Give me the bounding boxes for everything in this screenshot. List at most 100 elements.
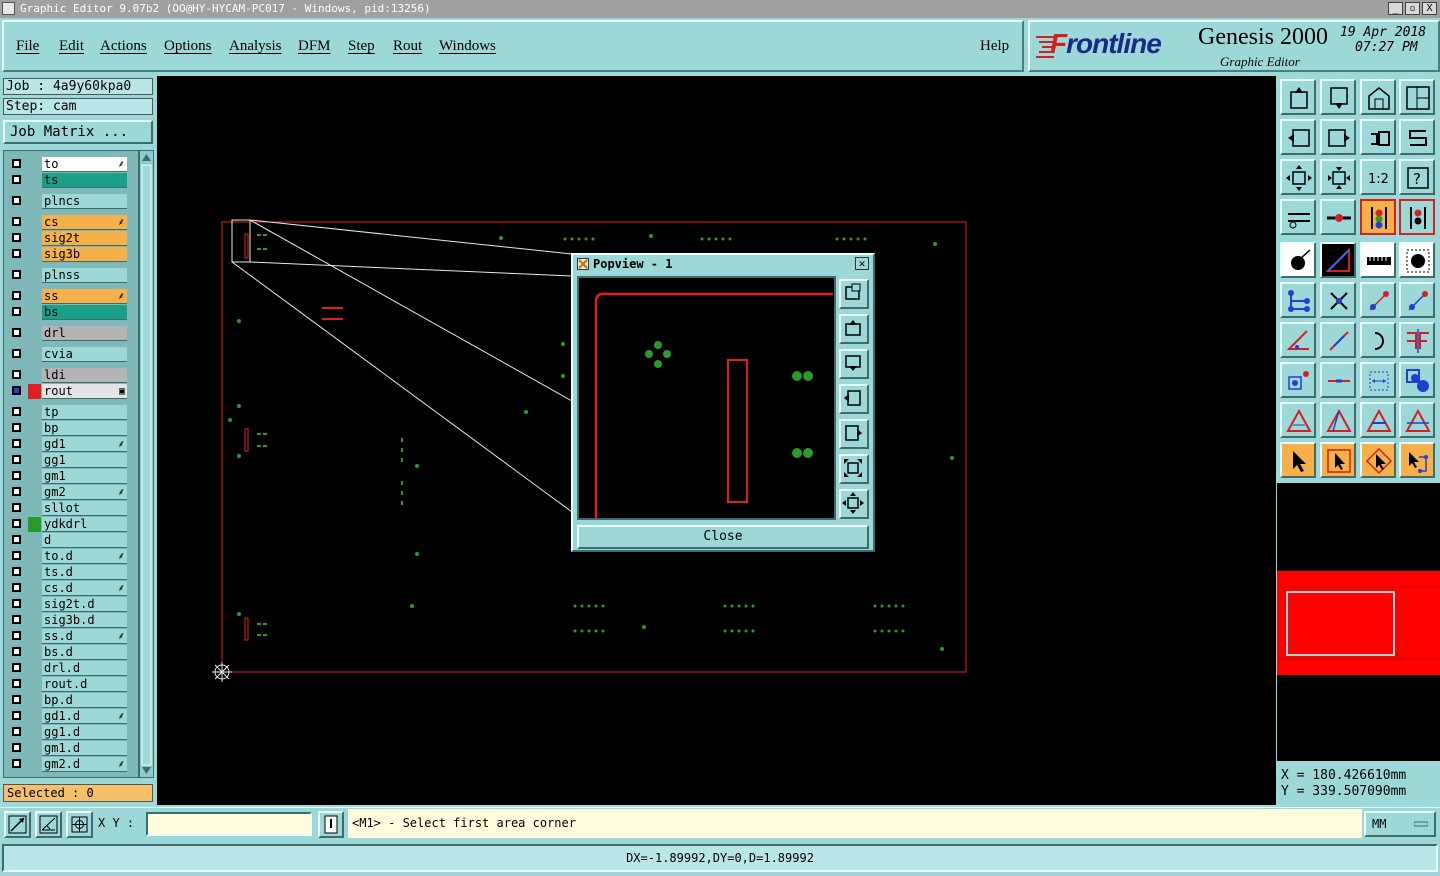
layer-checkbox[interactable] — [12, 759, 21, 768]
layer-name[interactable]: gm1 — [42, 469, 127, 484]
layer-name[interactable]: ss.d — [42, 629, 127, 644]
layer-color-swatch[interactable] — [28, 517, 41, 532]
layer-row-plnss[interactable]: plnss — [8, 268, 128, 283]
layer-checkbox[interactable] — [12, 551, 21, 560]
menu-file[interactable]: File — [16, 38, 39, 55]
layer-checkbox[interactable] — [12, 711, 21, 720]
snap-pad-icon[interactable] — [1320, 199, 1356, 235]
layer-colors-icon[interactable] — [1360, 199, 1396, 235]
layer-color-swatch[interactable] — [28, 469, 41, 484]
layer-color-swatch[interactable] — [28, 405, 41, 420]
layer-color-swatch[interactable] — [28, 533, 41, 548]
layer-row-drl[interactable]: drl — [8, 326, 128, 341]
layer-name[interactable]: ss — [42, 289, 127, 304]
pad-select-icon[interactable] — [1399, 242, 1435, 278]
overview-map[interactable] — [1277, 483, 1440, 761]
layer-checkbox[interactable] — [12, 291, 21, 300]
layer-color-swatch[interactable] — [28, 157, 41, 172]
layer-color-swatch[interactable] — [28, 645, 41, 660]
redraw-icon[interactable] — [1399, 119, 1435, 155]
layer-checkbox[interactable] — [12, 663, 21, 672]
layer-row-cs[interactable]: cs ⸙ — [8, 215, 128, 230]
layer-color-swatch[interactable] — [28, 268, 41, 283]
layer-name[interactable]: drl — [42, 326, 127, 341]
layer-color-swatch[interactable] — [28, 305, 41, 320]
layer-checkbox[interactable] — [12, 583, 21, 592]
zoom-home-button[interactable] — [839, 279, 869, 309]
rout-chain-icon[interactable] — [1280, 402, 1316, 438]
layer-scrollbar[interactable] — [139, 150, 154, 778]
layer-color-swatch[interactable] — [28, 597, 41, 612]
pan-left-icon[interactable] — [1280, 119, 1316, 155]
popview-canvas[interactable] — [577, 276, 836, 520]
layer-row-sig2t.d[interactable]: sig2t.d — [8, 597, 128, 612]
layer-row-ts[interactable]: ts — [8, 173, 128, 188]
layer-name[interactable]: gm2.d — [42, 757, 127, 772]
layer-checkbox[interactable] — [12, 196, 21, 205]
layer-color-swatch[interactable] — [28, 421, 41, 436]
menu-analysis[interactable]: Analysis — [229, 38, 282, 55]
home-view-icon[interactable] — [1360, 79, 1396, 115]
angle-snap-icon[interactable] — [35, 811, 62, 838]
layer-row-gd1[interactable]: gd1 ⸙ — [8, 437, 128, 452]
layer-checkbox[interactable] — [12, 647, 21, 656]
rout-outline-icon[interactable] — [1360, 402, 1396, 438]
layer-name[interactable]: sig3b.d — [42, 613, 127, 628]
layer-checkbox[interactable] — [12, 567, 21, 576]
layer-name[interactable]: bs — [42, 305, 127, 320]
copy-pad-icon[interactable] — [1280, 362, 1316, 398]
layer-row-gd1.d[interactable]: gd1.d ⸙ — [8, 709, 128, 724]
layer-row-to.d[interactable]: to.d ⸙ — [8, 549, 128, 564]
info-icon[interactable] — [318, 811, 344, 838]
layer-color-swatch[interactable] — [28, 437, 41, 452]
select-box-icon[interactable] — [1320, 442, 1356, 478]
layer-checkbox[interactable] — [12, 519, 21, 528]
layer-name[interactable]: sig3b — [42, 247, 127, 262]
shapes-icon[interactable] — [1399, 362, 1435, 398]
layer-color-swatch[interactable] — [28, 453, 41, 468]
layer-name[interactable]: ldi — [42, 368, 127, 383]
layer-row-ss.d[interactable]: ss.d ⸙ — [8, 629, 128, 644]
layer-checkbox[interactable] — [12, 159, 21, 168]
layer-color-swatch[interactable] — [28, 709, 41, 724]
layer-color-swatch[interactable] — [28, 725, 41, 740]
layer-color-swatch[interactable] — [28, 565, 41, 580]
layer-name[interactable]: drl.d — [42, 661, 127, 676]
zoom-out-tool-icon[interactable] — [1320, 159, 1356, 195]
layer-row-rout.d[interactable]: rout.d — [8, 677, 128, 692]
rout-chain-alt-icon[interactable] — [1320, 402, 1356, 438]
layer-row-ydkdrl[interactable]: ydkdrl — [8, 517, 128, 532]
layer-checkbox[interactable] — [12, 423, 21, 432]
layer-checkbox[interactable] — [12, 386, 21, 395]
layer-row-gg1[interactable]: gg1 — [8, 453, 128, 468]
layer-name[interactable]: rout.d — [42, 677, 127, 692]
layer-checkbox[interactable] — [12, 233, 21, 242]
step-home-icon[interactable] — [1280, 79, 1316, 115]
layer-checkbox[interactable] — [12, 695, 21, 704]
layer-row-sig2t[interactable]: sig2t — [8, 231, 128, 246]
layer-color-swatch[interactable] — [28, 326, 41, 341]
layer-row-gm2.d[interactable]: gm2.d ⸙ — [8, 757, 128, 772]
layer-row-bs.d[interactable]: bs.d — [8, 645, 128, 660]
layer-name[interactable]: ts.d — [42, 565, 127, 580]
mirror-icon[interactable] — [1399, 322, 1435, 358]
layer-color-swatch[interactable] — [28, 231, 41, 246]
xy-input[interactable] — [146, 812, 312, 836]
layer-name[interactable]: d — [42, 533, 127, 548]
layer-name[interactable]: gd1.d — [42, 709, 127, 724]
layer-checkbox[interactable] — [12, 727, 21, 736]
layer-color-swatch[interactable] — [28, 741, 41, 756]
layer-checkbox[interactable] — [12, 175, 21, 184]
layer-name[interactable]: sig2t — [42, 231, 127, 246]
layer-checkbox[interactable] — [12, 455, 21, 464]
layer-row-cvia[interactable]: cvia — [8, 347, 128, 362]
layer-name[interactable]: cvia — [42, 347, 127, 362]
menu-actions[interactable]: Actions — [100, 38, 147, 55]
units-select[interactable]: MM — [1364, 811, 1436, 837]
layer-checkbox[interactable] — [12, 249, 21, 258]
layer-color-swatch[interactable] — [28, 661, 41, 676]
layer-row-cs.d[interactable]: cs.d ⸙ — [8, 581, 128, 596]
layer-name[interactable]: sig2t.d — [42, 597, 127, 612]
layer-checkbox[interactable] — [12, 217, 21, 226]
layer-color-swatch[interactable] — [28, 173, 41, 188]
